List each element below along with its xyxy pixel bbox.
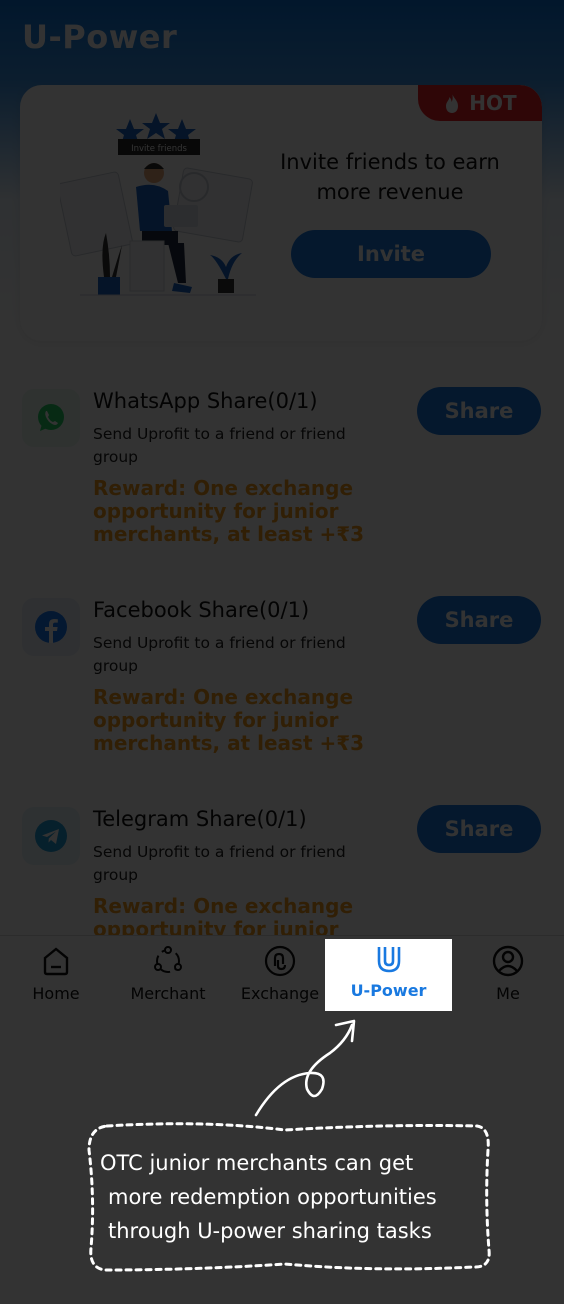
task-reward: Reward: One exchange opportunity for jun… [93,894,354,936]
task-desc: Send Uprofit to a friend or friend group [93,425,346,466]
hot-badge: HOT [418,85,542,121]
exchange-icon [264,945,296,977]
telegram-icon-box [22,807,80,865]
u-power-icon [377,947,400,973]
task-whatsapp: WhatsApp Share(0/1) Send Uprofit to a fr… [0,387,564,579]
home-icon [43,947,69,976]
nav-me-label: Me [496,984,520,1003]
share-button-telegram[interactable]: Share [417,805,541,853]
facebook-icon [35,611,67,643]
tip-line-1: OTC junior merchants can get [100,1151,414,1175]
tip-line-2: more redemption opportunities [108,1185,437,1209]
nav-u-power-highlighted[interactable]: U-Power [325,939,452,1011]
invite-illustration: Invite friends [60,113,256,296]
invite-button[interactable]: Invite [291,230,491,278]
tip-text: OTC junior merchants can get more redemp… [100,1146,480,1248]
tip-line-3: through U-power sharing tasks [108,1219,432,1243]
task-title: Telegram Share(0/1) [93,807,307,831]
nav-home[interactable]: Home [0,936,112,1012]
nav-merchant[interactable]: Merchant [112,936,224,1012]
illustration-banner-text: Invite friends [131,144,187,154]
facebook-icon-box [22,598,80,656]
whatsapp-icon-box [22,389,80,447]
invite-card: HOT Invite friends Invite friends to ear… [20,85,542,341]
task-desc: Send Uprofit to a friend or friend group [93,843,346,884]
share-button-facebook[interactable]: Share [417,596,541,644]
task-telegram: Telegram Share(0/1) Send Uprofit to a fr… [0,805,564,936]
nav-u-power-label: U-Power [350,981,427,1000]
hot-badge-label: HOT [469,91,517,115]
app-screen: U-Power HOT Invite friends Invite friend… [0,0,564,935]
profile-icon [492,945,524,977]
bottom-nav: Home Merchant Exchange Me [0,935,564,1016]
telegram-icon [35,820,67,852]
task-facebook: Facebook Share(0/1) Send Uprofit to a fr… [0,596,564,788]
share-button-whatsapp[interactable]: Share [417,387,541,435]
task-desc: Send Uprofit to a friend or friend group [93,634,346,675]
task-title: Facebook Share(0/1) [93,598,310,622]
task-reward: Reward: One exchange opportunity for jun… [93,685,365,755]
nav-exchange-label: Exchange [240,984,320,1003]
pointer-arrow-icon [254,1019,356,1117]
nav-home-label: Home [32,984,80,1003]
flame-icon [446,93,459,113]
nav-merchant-label: Merchant [130,984,206,1003]
nav-exchange[interactable]: Exchange [224,936,336,1012]
task-title: WhatsApp Share(0/1) [93,389,318,413]
invite-text: Invite friends to earn more revenue [280,150,500,204]
whatsapp-icon [38,404,64,431]
merchant-icon [154,946,182,973]
page-title: U-Power [22,18,178,56]
nav-me[interactable]: Me [452,936,564,1012]
task-reward: Reward: One exchange opportunity for jun… [93,476,365,546]
